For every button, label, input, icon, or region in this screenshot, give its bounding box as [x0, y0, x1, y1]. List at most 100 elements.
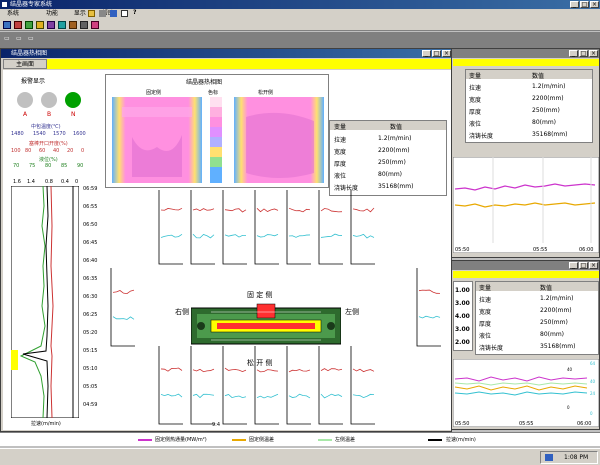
- heatmap-title: 结晶器热相图: [186, 79, 223, 86]
- toolbar-icon-exit[interactable]: [91, 21, 99, 29]
- thermal-close-button[interactable]: ×: [442, 50, 451, 57]
- lock-icon[interactable]: [88, 10, 95, 17]
- toolbar-icon-setting[interactable]: [80, 21, 88, 29]
- thermocouple-chart: [286, 190, 311, 265]
- table-row-label: 液位: [334, 173, 347, 180]
- bg1-max[interactable]: □: [579, 50, 588, 57]
- mdi-minimized-strip: ▭ ▭ ▭: [0, 32, 600, 48]
- trend-top-tick: 0.4: [61, 179, 69, 185]
- mini-chart-cyan-line: [256, 393, 279, 399]
- mini-chart-cyan-line: [192, 393, 215, 399]
- bg1-table: 变量 数值 拉速 1.2(m/min) 宽度 2200(mm) 厚度 250(m…: [465, 69, 593, 143]
- mini-chart-red-line: [288, 207, 311, 213]
- menu-function[interactable]: 功能: [46, 10, 58, 17]
- toolbar-icon-report[interactable]: [69, 21, 77, 29]
- bg1-close[interactable]: ×: [589, 50, 598, 57]
- toolbar-icon-table[interactable]: [14, 21, 22, 29]
- bg2-rtick: 40: [590, 379, 596, 384]
- export-icon[interactable]: [110, 10, 117, 17]
- close-button[interactable]: ×: [590, 1, 599, 8]
- help-icon[interactable]: ?: [133, 9, 136, 16]
- tray-icon[interactable]: [545, 454, 553, 461]
- app-icon: [1, 1, 8, 8]
- menu-display[interactable]: 显示: [74, 10, 86, 17]
- table-row-label: 拉速: [334, 137, 347, 144]
- heatmap-color-scale: [210, 97, 222, 183]
- scale2-tick: 80: [25, 148, 32, 154]
- mini-chart-red-line: [256, 369, 279, 373]
- trend-time: 06:55: [83, 204, 98, 210]
- toolbar-icon-mold[interactable]: [58, 21, 66, 29]
- bg2-row-value: 80(mm): [540, 331, 565, 338]
- bg2-left-val: 3.00: [455, 326, 470, 333]
- trend-top-tick: 1.4: [27, 179, 35, 185]
- vertical-trend-chart: [11, 186, 79, 418]
- bg1-yellow-bar: [453, 59, 599, 66]
- table-head-val: 数值: [390, 124, 403, 131]
- mini-chart-red-line: [352, 207, 375, 213]
- bg2-left-val: 4.00: [455, 313, 470, 320]
- bg2-rtick: 64: [590, 361, 596, 366]
- minimized-window-1[interactable]: ▭: [4, 35, 10, 42]
- thermocouple-chart: [318, 346, 343, 425]
- print-icon[interactable]: [99, 10, 106, 17]
- alarm-lamp-b: [41, 92, 57, 108]
- bg2-min[interactable]: _: [569, 262, 578, 269]
- toolbar-icon-alarm[interactable]: [36, 21, 44, 29]
- mini-chart-cyan-line: [160, 233, 183, 238]
- thermocouple-chart: [190, 190, 215, 265]
- lamp-label-b: B: [47, 111, 52, 118]
- toolbar-icon-trend[interactable]: [25, 21, 33, 29]
- mini-chart-axis: [416, 268, 441, 347]
- scale2-label: 塞棒开口开度(%): [29, 141, 68, 147]
- table-row-value: 80(mm): [378, 171, 403, 178]
- bg2-row-value: 250(mm): [540, 319, 568, 326]
- bg2-max[interactable]: □: [579, 262, 588, 269]
- maximize-button[interactable]: □: [580, 1, 589, 8]
- bg1-row-label: 拉速: [469, 85, 482, 92]
- mini-chart-red-line: [224, 208, 247, 213]
- mini-chart-red-line: [112, 289, 135, 295]
- bg2-left-val: 2.00: [455, 339, 470, 346]
- mini-chart-axis: [158, 190, 183, 265]
- thermocouple-chart: [286, 346, 311, 425]
- bg1-time-2: 06:00: [579, 247, 593, 253]
- bg2-close[interactable]: ×: [589, 262, 598, 269]
- legend-swatch-3: [428, 439, 442, 441]
- mini-chart-red-line: [256, 208, 279, 213]
- heatmap-loose-side: [234, 97, 324, 183]
- toolbar-icon-map[interactable]: [47, 21, 55, 29]
- window-icon[interactable]: [121, 10, 128, 17]
- bg2-left-val: 3.00: [455, 300, 470, 307]
- thermal-min-button[interactable]: _: [422, 50, 431, 57]
- scale1-label: 中包温度(℃): [31, 124, 61, 130]
- legend-bar: 固定侧热通量(MW/m²) 固定侧温差 左侧温差 拉速(m/min): [0, 432, 600, 446]
- thermocouple-chart: [158, 190, 183, 265]
- alarm-lamp-a: [17, 92, 33, 108]
- thermal-max-button[interactable]: □: [432, 50, 441, 57]
- bottom-tick: 9:4: [212, 422, 221, 428]
- bg1-head-val: 数值: [532, 73, 545, 80]
- mini-chart-red-line: [160, 207, 183, 211]
- app-title: 结晶器专家系统: [10, 1, 53, 8]
- right-side-label: 右侧: [175, 308, 189, 316]
- app-titlebar: 结晶器专家系统 _ □ ×: [0, 0, 600, 9]
- toolbar-icon-chart[interactable]: [3, 21, 11, 29]
- minimize-button[interactable]: _: [570, 1, 579, 8]
- minimized-window-3[interactable]: ▭: [28, 35, 34, 42]
- legend-label-0: 固定侧热通量(MW/m²): [155, 437, 207, 443]
- minimized-window-2[interactable]: ▭: [16, 35, 22, 42]
- menu-system[interactable]: 系统: [7, 10, 19, 17]
- bg1-min[interactable]: _: [569, 50, 578, 57]
- clock: 1:08 PM: [564, 454, 589, 461]
- menu-help-icons: ?: [88, 9, 178, 18]
- fixed-side-label: 固 定 侧: [247, 291, 273, 299]
- scale3-tick: 90: [77, 163, 84, 169]
- bg1-row-value: 1.2(m/min): [532, 83, 566, 90]
- legend-label-3: 拉速(m/min): [446, 437, 476, 443]
- thermocouple-chart: [110, 268, 135, 347]
- loose-side-label: 松 开 侧: [247, 359, 273, 367]
- mini-chart-red-line: [224, 367, 247, 373]
- mini-chart-red-line: [160, 367, 183, 372]
- tab-main[interactable]: 主画面: [3, 59, 47, 69]
